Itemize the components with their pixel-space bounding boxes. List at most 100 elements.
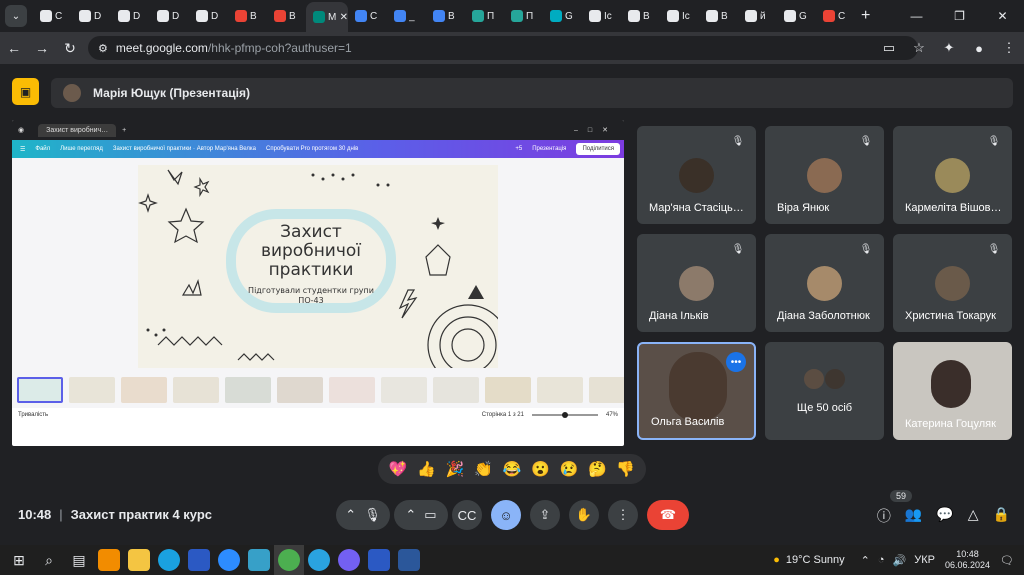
vlc-icon[interactable]	[94, 545, 124, 575]
reaction-emoji[interactable]: 🎉	[446, 460, 465, 478]
more-participants-label: Ще 50 осіб	[796, 402, 853, 414]
new-tab-icon[interactable]: +	[861, 7, 870, 25]
browser-tab[interactable]: D	[111, 2, 150, 30]
canva-menu-icon: ☰	[20, 146, 26, 153]
tab-favicon-icon	[355, 10, 367, 22]
tray-chevron-icon[interactable]: ⌃	[861, 554, 870, 567]
edge-icon[interactable]	[154, 545, 184, 575]
browser-tab[interactable]: M ✕	[306, 2, 348, 32]
extensions-icon[interactable]: ✦	[934, 40, 964, 56]
task-view-icon[interactable]: ▤	[64, 545, 94, 575]
participant-tile[interactable]: 🎙 Христина Токарук	[893, 234, 1012, 332]
browser-tab[interactable]: B	[228, 2, 267, 30]
browser-tab[interactable]: C	[33, 2, 72, 30]
browser-menu-icon[interactable]: ⋮	[994, 40, 1024, 56]
present-screen-button[interactable]: ⇪	[530, 500, 560, 530]
presentation-icon[interactable]: ▣	[12, 78, 39, 105]
reaction-emoji[interactable]: 🤔	[588, 460, 607, 478]
people-icon[interactable]: 👥	[905, 506, 922, 526]
more-options-button[interactable]: ⋮	[608, 500, 638, 530]
browser-tab[interactable]: B	[267, 2, 306, 30]
browser-tab[interactable]: C	[348, 2, 387, 30]
participant-tile-active[interactable]: ••• Ольга Василів	[637, 342, 756, 440]
reaction-emoji[interactable]: 👏	[474, 460, 493, 478]
site-info-icon[interactable]: ⚙	[98, 42, 108, 55]
network-icon[interactable]: ◔	[878, 554, 885, 566]
viber-icon[interactable]	[334, 545, 364, 575]
browser-tab[interactable]: D	[189, 2, 228, 30]
chat-icon[interactable]: 💬	[936, 506, 953, 526]
browser-tab[interactable]: П	[504, 2, 543, 30]
tab-favicon-icon	[196, 10, 208, 22]
teams-icon[interactable]	[184, 545, 214, 575]
weather-text[interactable]: 19°C Sunny	[786, 554, 845, 566]
browser-tab[interactable]: П	[465, 2, 504, 30]
notifications-icon[interactable]: 🗨	[1000, 554, 1014, 567]
minimize-icon[interactable]: —	[895, 0, 938, 32]
browser-tab[interactable]: Ic	[582, 2, 621, 30]
leave-call-button[interactable]: ☎	[647, 500, 689, 530]
host-controls-icon[interactable]: 🔒	[993, 506, 1010, 526]
search-icon[interactable]: ⌕	[34, 545, 64, 575]
zoom-icon[interactable]	[214, 545, 244, 575]
browser-tab[interactable]: _	[387, 2, 426, 30]
language-indicator[interactable]: УКР	[914, 554, 935, 566]
back-icon[interactable]: ←	[0, 40, 28, 56]
volume-icon[interactable]: 🔊	[893, 554, 907, 567]
close-window-icon[interactable]: ✕	[981, 0, 1024, 32]
browser-tab[interactable]: D	[72, 2, 111, 30]
weather-sun-icon[interactable]: ●	[773, 554, 780, 566]
participant-tile[interactable]: 🎙 Мар'яна Стасіць…	[637, 126, 756, 224]
bookmark-star-icon[interactable]: ☆	[904, 40, 934, 56]
chrome-icon[interactable]	[274, 545, 304, 575]
raise-hand-button[interactable]: ✋	[569, 500, 599, 530]
tab-search-icon[interactable]: ⌄	[5, 5, 27, 27]
activities-icon[interactable]: △	[968, 506, 979, 526]
browser-tab[interactable]: Ic	[660, 2, 699, 30]
reaction-emoji[interactable]: 😮	[531, 460, 550, 478]
app-icon[interactable]	[244, 545, 274, 575]
video-settings-chevron-icon[interactable]: ⌃	[405, 507, 416, 523]
browser-tab[interactable]: D	[150, 2, 189, 30]
address-bar[interactable]: ⚙ meet.google.com/hhk-pfmp-coh?authuser=…	[88, 36, 918, 60]
maximize-icon[interactable]: ❐	[938, 0, 981, 32]
captions-button[interactable]: CC	[452, 500, 482, 530]
reaction-emoji[interactable]: 😢	[560, 460, 579, 478]
browser-tab[interactable]: B	[621, 2, 660, 30]
microphone-icon[interactable]: 🎙	[364, 507, 381, 523]
participant-tile[interactable]: 🎙 Діана Ількiв	[637, 234, 756, 332]
reaction-emoji[interactable]: 👍	[417, 460, 436, 478]
browser-tab[interactable]: G	[543, 2, 582, 30]
avatar	[803, 368, 825, 390]
reload-icon[interactable]: ↻	[56, 40, 84, 57]
word-icon[interactable]	[394, 545, 424, 575]
browser-tab[interactable]: G	[777, 2, 816, 30]
telegram-icon[interactable]	[304, 545, 334, 575]
tab-close-icon[interactable]: ✕	[340, 12, 348, 23]
audio-settings-chevron-icon[interactable]: ⌃	[345, 507, 356, 523]
camera-toggle-icon[interactable]: ▭	[424, 507, 436, 523]
more-options-icon[interactable]: •••	[726, 352, 746, 372]
emoji-button[interactable]: ☺	[491, 500, 521, 530]
reaction-emoji[interactable]: 💖	[389, 460, 408, 478]
windows-start-icon[interactable]: ⊞	[4, 545, 34, 575]
camera-icon[interactable]: ▭	[874, 40, 904, 56]
participant-tile[interactable]: Катерина Гоцуляк	[893, 342, 1012, 440]
taskbar-clock[interactable]: 10:48 06.06.2024	[945, 549, 990, 571]
reaction-emoji[interactable]: 👎	[616, 460, 635, 478]
participant-tile[interactable]: 🎙 Кармеліта Вішов…	[893, 126, 1012, 224]
reaction-emoji[interactable]: 😂	[503, 460, 522, 478]
browser-tab[interactable]: C	[816, 2, 855, 30]
profile-avatar[interactable]: ●	[964, 41, 994, 56]
participant-tile[interactable]: 🎙 Віра Янюк	[765, 126, 884, 224]
file-explorer-icon[interactable]	[124, 545, 154, 575]
tab-favicon-icon	[235, 10, 247, 22]
browser-tab[interactable]: B	[426, 2, 465, 30]
browser-tab[interactable]: й	[738, 2, 777, 30]
forward-icon[interactable]: →	[28, 40, 56, 56]
more-participants-tile[interactable]: Ще 50 осіб	[765, 342, 884, 440]
teams-icon-2[interactable]	[364, 545, 394, 575]
info-icon[interactable]: ⓘ	[877, 506, 891, 526]
browser-tab[interactable]: B	[699, 2, 738, 30]
participant-tile[interactable]: 🎙 Діана Заболотнюк	[765, 234, 884, 332]
